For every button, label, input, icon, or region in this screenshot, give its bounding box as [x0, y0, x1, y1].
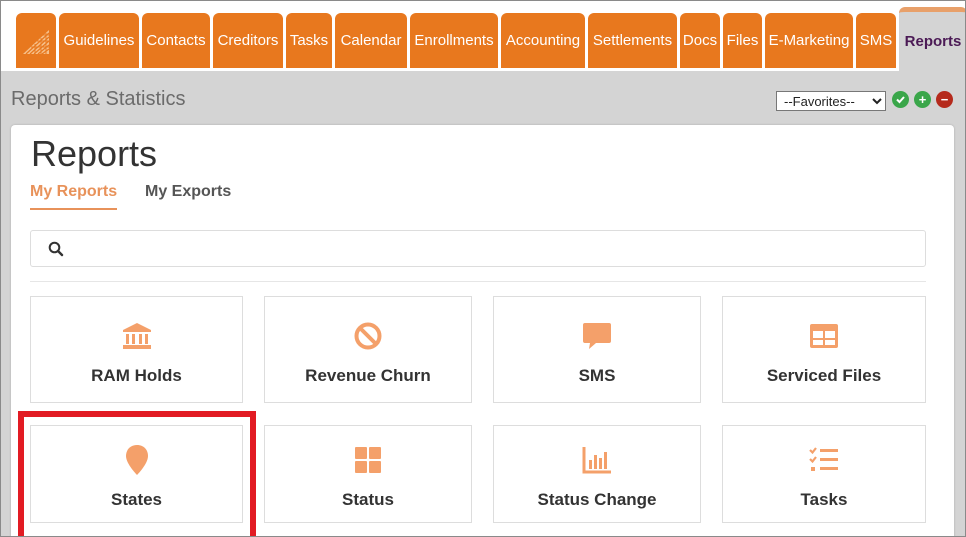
map-marker-icon [125, 445, 148, 475]
search-icon [48, 241, 64, 257]
report-card-serviced-files[interactable]: Serviced Files [722, 296, 926, 403]
favorites-select[interactable]: --Favorites-- [776, 91, 886, 111]
report-card-ram-holds[interactable]: RAM Holds [30, 296, 243, 403]
report-card-status-change[interactable]: Status Change [493, 425, 701, 523]
search-box [30, 230, 926, 267]
tab-e-marketing[interactable]: E-Marketing [765, 13, 853, 68]
tab-tasks[interactable]: Tasks [286, 13, 332, 68]
report-card-label: Revenue Churn [305, 366, 431, 385]
comment-icon [583, 323, 611, 349]
add-favorite-icon[interactable]: + [914, 91, 931, 108]
report-card-status[interactable]: Status [264, 425, 472, 523]
tab-guidelines[interactable]: Guidelines [59, 13, 139, 68]
tab-creditors[interactable]: Creditors [213, 13, 283, 68]
reports-panel: Reports My Reports My Exports RAM Holds [11, 125, 954, 536]
remove-favorite-icon[interactable]: − [936, 91, 953, 108]
tab-sms[interactable]: SMS [856, 13, 896, 68]
top-nav: Guidelines Contacts Creditors Tasks Cale… [1, 1, 965, 71]
tab-accounting[interactable]: Accounting [501, 13, 585, 68]
report-card-label: SMS [578, 366, 616, 385]
tab-reports[interactable]: Reports [899, 7, 965, 71]
tab-my-reports[interactable]: My Reports [30, 183, 118, 210]
report-card-sms[interactable]: SMS [493, 296, 701, 403]
bar-chart-icon [582, 447, 611, 474]
tab-my-exports[interactable]: My Exports [145, 183, 231, 208]
logo-icon [23, 29, 50, 54]
report-card-revenue-churn[interactable]: Revenue Churn [264, 296, 472, 403]
grid-icon [355, 447, 381, 473]
page-title: Reports [31, 133, 158, 174]
logo-tab[interactable] [16, 13, 56, 68]
tasks-icon [809, 447, 838, 471]
tab-contacts[interactable]: Contacts [142, 13, 210, 68]
check-icon[interactable] [892, 91, 909, 108]
report-card-label: RAM Holds [91, 366, 182, 385]
report-card-label: Status Change [537, 490, 657, 509]
search-input[interactable] [75, 237, 915, 261]
report-card-tasks[interactable]: Tasks [722, 425, 926, 523]
app-window: Guidelines Contacts Creditors Tasks Cale… [0, 0, 966, 537]
report-card-label: States [110, 490, 163, 509]
report-card-label: Tasks [800, 490, 848, 509]
report-card-label: Serviced Files [766, 366, 882, 385]
report-card-states[interactable]: States [30, 425, 243, 523]
tab-files[interactable]: Files [723, 13, 762, 68]
table-icon [810, 324, 838, 348]
tab-enrollments[interactable]: Enrollments [410, 13, 498, 68]
tab-docs[interactable]: Docs [680, 13, 720, 68]
sub-header: Reports & Statistics --Favorites-- + − [1, 71, 965, 125]
tab-calendar[interactable]: Calendar [335, 13, 407, 68]
ban-icon [354, 322, 382, 350]
page-heading: Reports & Statistics [11, 88, 186, 110]
divider [30, 281, 926, 282]
tab-settlements[interactable]: Settlements [588, 13, 677, 68]
report-card-label: Status [342, 490, 394, 509]
bank-icon [122, 323, 151, 349]
